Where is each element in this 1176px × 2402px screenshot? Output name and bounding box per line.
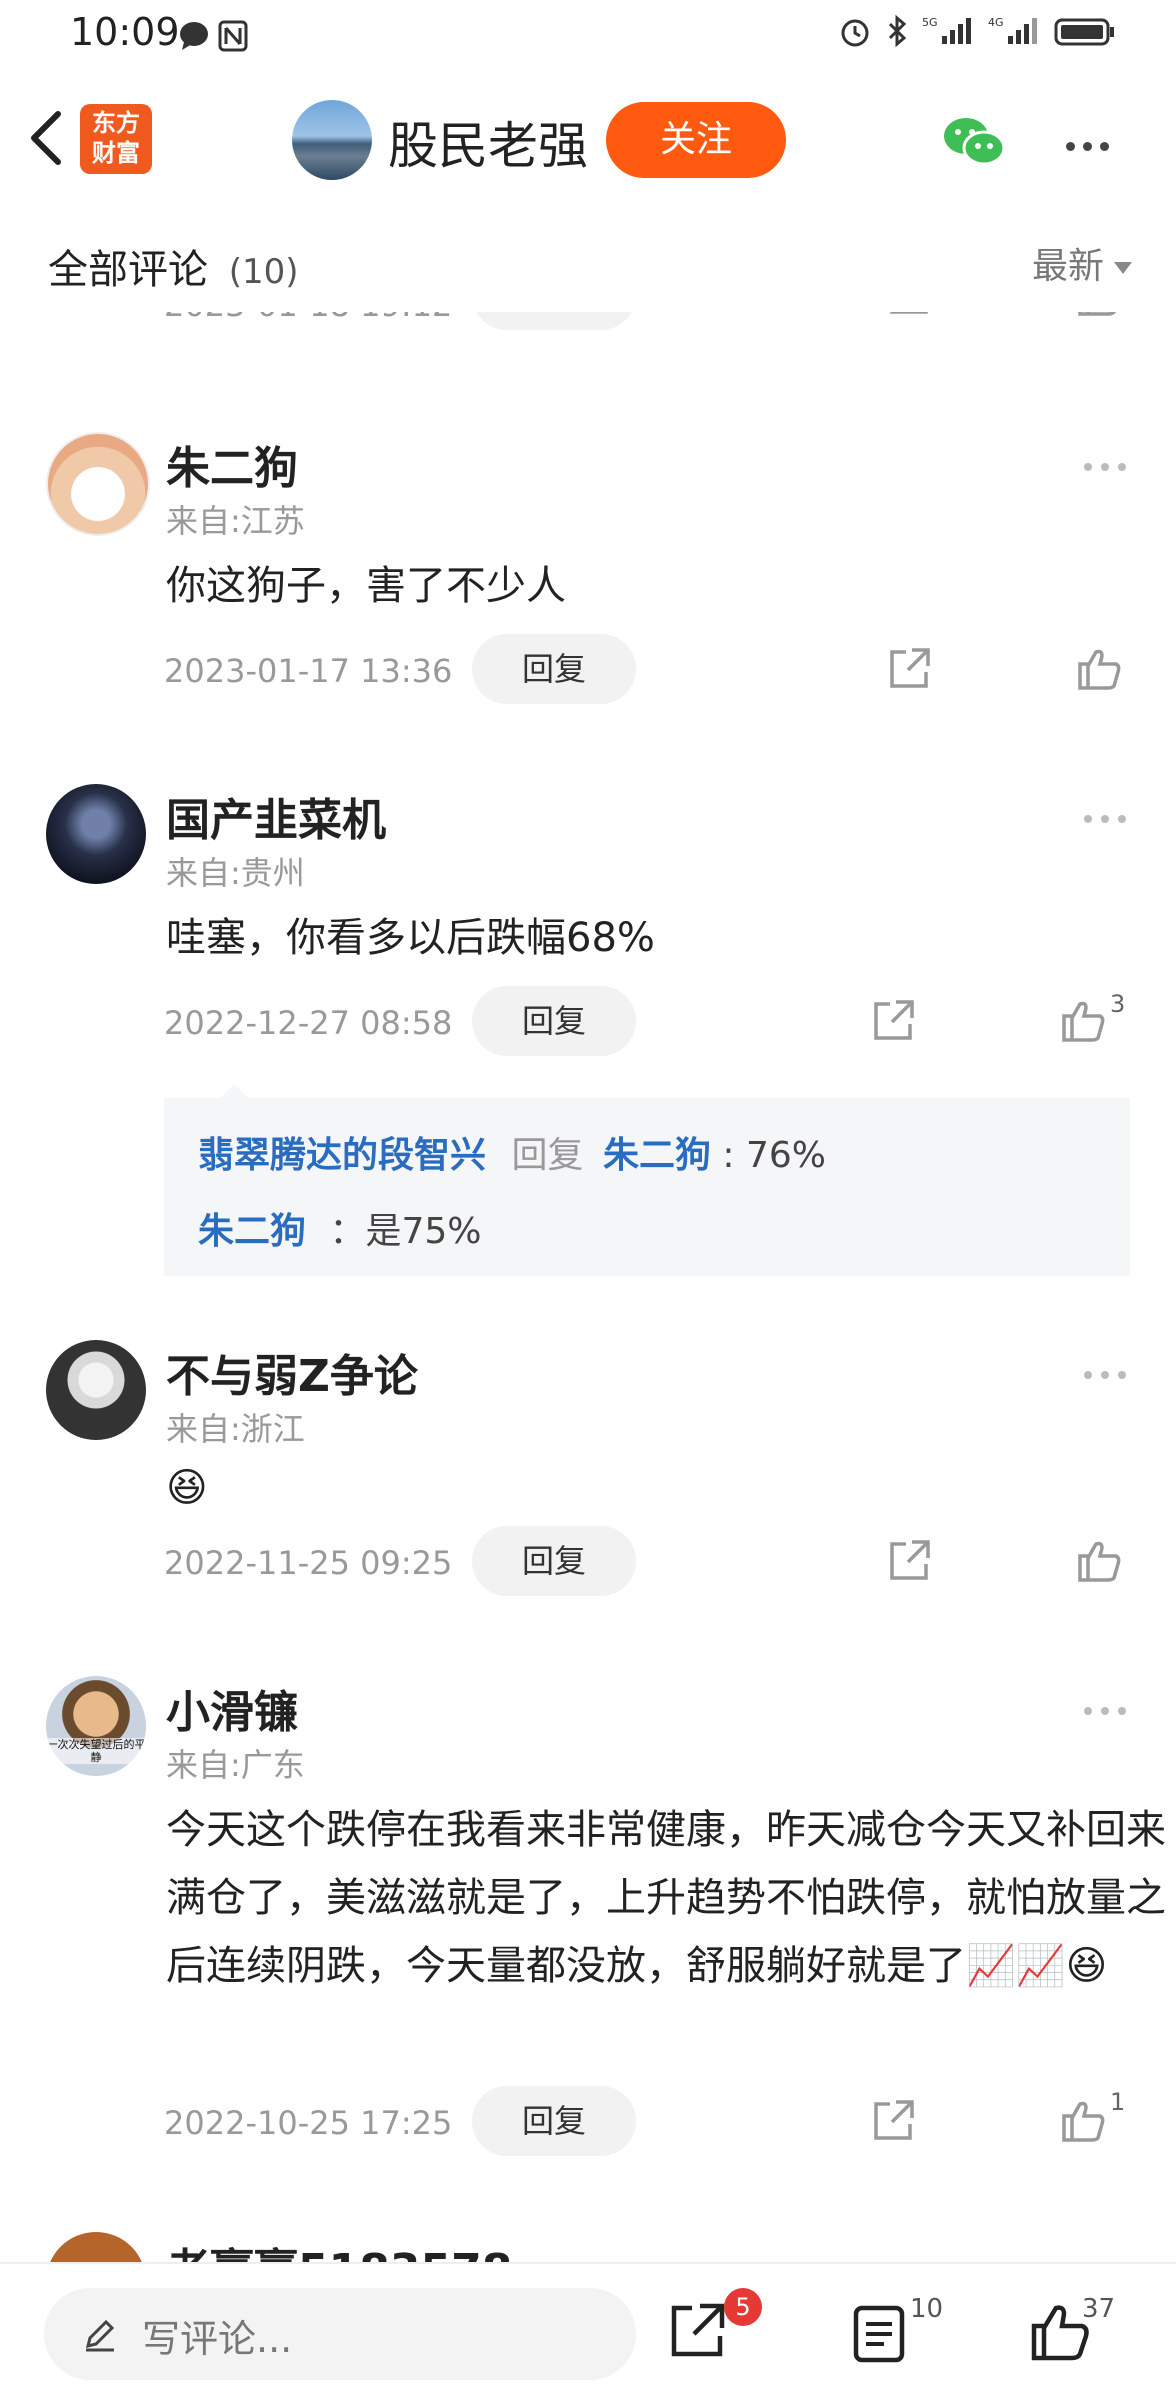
comment-content: 你这狗子，害了不少人 [166, 563, 566, 609]
author-name[interactable]: 股民老强 [388, 106, 588, 178]
comment-username[interactable]: 不与弱Z争论 [166, 1340, 418, 1404]
brand-line2: 财富 [92, 139, 140, 167]
share-icon[interactable] [870, 996, 918, 1050]
comments-count-badge: 10 [910, 2294, 944, 2324]
sort-label: 最新 [1031, 246, 1104, 287]
comment-more-icon[interactable] [1084, 808, 1135, 827]
reply-author[interactable]: 朱二狗 [198, 1211, 306, 1252]
bluetooth-icon [888, 14, 907, 48]
reply-button[interactable]: 回复 [472, 634, 636, 704]
comment-input[interactable]: 写评论... [44, 2288, 636, 2380]
like-count: 1 [1110, 2088, 1126, 2116]
comment-region: 来自:贵州 [166, 854, 305, 892]
message-status-icon [176, 18, 256, 58]
avatar-caption: 一次次失望过后的平静 [46, 1738, 146, 1764]
user-avatar[interactable]: 一次次失望过后的平静 [46, 1676, 146, 1776]
reply-author[interactable]: 翡翠腾达的段智兴 [198, 1135, 486, 1176]
reply-action: 回复 [511, 1135, 584, 1176]
reply-label: 回复 [521, 1542, 586, 1580]
comments-title: 全部评论 (10) [48, 237, 299, 295]
share-icon[interactable] [886, 1536, 934, 1590]
pencil-icon [85, 2319, 115, 2352]
likes-count-badge: 37 [1082, 2294, 1116, 2324]
comment-username[interactable]: 老赢赢5183578 [166, 2234, 512, 2262]
back-button[interactable] [18, 102, 78, 172]
svg-text:5G: 5G [922, 16, 938, 29]
bottom-bar: 写评论... 5 10 37 [0, 2262, 1176, 2402]
comment-more-icon[interactable] [1084, 456, 1135, 475]
comment-date: 2022-12-27 08:58 [164, 1004, 453, 1042]
comment-content: 😆 [166, 1465, 208, 1511]
comments-list-icon [853, 2305, 905, 2363]
comment-content: 哇塞，你看多以后跌幅68% [166, 915, 655, 961]
user-avatar[interactable] [46, 1340, 146, 1440]
status-bar: 10:09 5G 4G [0, 0, 1176, 72]
comment-region: 来自:江苏 [166, 502, 305, 540]
comment-region: 来自:浙江 [166, 1410, 305, 1448]
comment-username[interactable]: 国产韭菜机 [166, 784, 386, 848]
reply-target[interactable]: 朱二狗 [603, 1135, 711, 1176]
svg-text:4G: 4G [988, 16, 1004, 29]
user-avatar[interactable] [46, 784, 146, 884]
reply-text: ：是75% [329, 1211, 482, 1252]
brand-line1: 东方 [92, 109, 140, 137]
comment-username[interactable]: 朱二狗 [166, 432, 298, 496]
nested-replies: 翡翠腾达的段智兴 回复 朱二狗 : 76% 朱二狗 ：是75% [164, 1084, 1130, 1276]
reply-label: 回复 [521, 1002, 586, 1040]
comment-username[interactable]: 小滑镰 [166, 1676, 298, 1740]
comment-more-icon[interactable] [1084, 1700, 1135, 1719]
status-icons: 5G 4G [838, 14, 1116, 48]
user-avatar[interactable] [46, 432, 150, 536]
alarm-icon [841, 19, 869, 47]
comment-date: 2022-10-25 17:25 [164, 2104, 453, 2142]
share-icon[interactable] [870, 2096, 918, 2150]
like-icon[interactable] [1058, 2096, 1108, 2150]
share-badge: 5 [724, 2288, 762, 2326]
nested-reply[interactable]: 朱二狗 ：是75% [198, 1202, 482, 1254]
reply-label: 回复 [521, 2102, 586, 2140]
comment-date: 2023-01-17 13:36 [164, 652, 453, 690]
reply-text: : 76% [722, 1135, 826, 1176]
follow-button[interactable]: 关注 [606, 102, 786, 178]
comments-count: (10) [228, 252, 299, 292]
reply-button[interactable]: 回复 [472, 2086, 636, 2156]
reply-label: 回复 [521, 650, 586, 688]
comment-content: 今天这个跌停在我看来非常健康，昨天减仓今天又补回来满仓了，美滋滋就是了，上升趋势… [166, 1807, 1166, 1989]
share-button[interactable] [666, 2298, 730, 2366]
share-icon[interactable] [886, 644, 934, 698]
comments-title-text: 全部评论 [48, 247, 208, 293]
status-time: 10:09 [70, 10, 180, 54]
sort-dropdown[interactable]: 最新 [1032, 237, 1132, 289]
signal-4g-icon: 4G [988, 16, 1037, 44]
user-avatar[interactable] [46, 2232, 146, 2262]
more-options-icon[interactable] [1066, 136, 1117, 155]
share-icon [671, 2303, 725, 2357]
replies-caret [220, 1084, 248, 1098]
like-icon[interactable] [1058, 996, 1108, 1050]
battery-icon [1054, 18, 1114, 46]
like-icon[interactable] [1074, 1536, 1124, 1590]
nested-reply[interactable]: 翡翠腾达的段智兴 回复 朱二狗 : 76% [198, 1126, 826, 1178]
author-avatar[interactable] [292, 100, 372, 180]
comment-input-placeholder: 写评论... [142, 2317, 293, 2361]
comments-header: 全部评论 (10) 最新 [0, 207, 1176, 312]
brand-logo[interactable]: 东方 财富 [80, 104, 152, 174]
comment-date: 2022-11-25 09:25 [164, 1544, 453, 1582]
comment-region: 来自:广东 [166, 1746, 305, 1784]
comment-more-icon[interactable] [1084, 1364, 1135, 1383]
signal-5g-icon: 5G [922, 16, 971, 44]
reply-button[interactable]: 回复 [472, 986, 636, 1056]
dropdown-arrow-icon [1114, 262, 1132, 274]
wechat-share-icon[interactable] [940, 112, 1010, 172]
nav-bar: 东方 财富 股民老强 关注 [0, 72, 1176, 209]
comments-button[interactable] [852, 2304, 908, 2368]
like-count: 3 [1110, 990, 1126, 1018]
reply-button[interactable]: 回复 [472, 1526, 636, 1596]
like-icon[interactable] [1074, 644, 1124, 698]
cut-comment-row: 老赢赢5183578 [0, 2220, 1176, 2262]
